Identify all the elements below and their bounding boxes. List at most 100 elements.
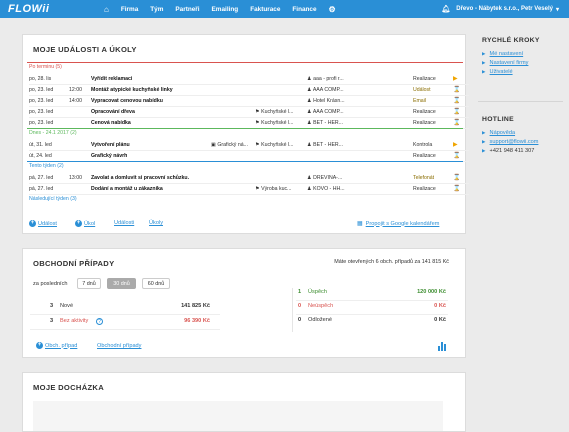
event-partner[interactable]: ♟ KOVO - HH... [307,186,367,192]
event-date: po, 28. lis [29,75,52,82]
home-icon[interactable]: ⌂ [104,5,109,14]
row-separator [29,194,469,195]
flag-small-icon: ⚑ [255,119,260,126]
top-navigation-bar: FLOWii ⌂ Firma Tým Partneři Emailing Fak… [0,0,569,18]
hourglass-icon[interactable]: ⌛ [453,86,460,93]
nav-emailing[interactable]: Emailing [212,6,239,13]
quick-item-company-settings[interactable]: ▶ Nastavení firmy [482,60,540,66]
next-week-group[interactable]: Následující týden (3) [29,196,77,202]
hourglass-icon[interactable]: ⌛ [453,185,460,192]
event-partner[interactable]: ♟ Hotel Krásn... [307,98,367,104]
deals-link[interactable]: Obchodní případy [97,343,141,349]
deal-result-row[interactable]: 0 Neúspěch 0 Kč [296,303,446,313]
nav-tym[interactable]: Tým [150,6,163,13]
event-row[interactable]: po, 28. lis Vyřídit reklamaci ♟ aaa - prof… [29,73,461,84]
event-row[interactable]: pá, 27. led 13:00 Zavolat a domluvit si pr… [29,172,461,183]
nav-firma[interactable]: Firma [121,6,138,13]
event-title[interactable]: Opracování dřeva [91,109,135,115]
event-deal[interactable]: ⚑ Kuchyňské l... [255,120,311,126]
event-partner[interactable]: ♟ AAA COMP... [307,87,367,93]
event-deal[interactable]: ⚑ Výroba kuc... [255,186,311,192]
event-title[interactable]: Vytvoření plánu [91,142,130,148]
group-line [27,62,463,63]
hotline-email[interactable]: ▶ support@flowii.com [482,139,538,145]
deal-result-row[interactable]: 0 Odložené 0 Kč [296,317,446,327]
calendar-icon: ▦ [357,221,363,227]
tasks-link[interactable]: Úkoly [149,220,163,226]
person-icon: ♟ [307,108,312,115]
deal-status-row[interactable]: 3 Nové 141 825 Kč [40,303,210,313]
event-partner[interactable]: ♟ BET - HER... [307,120,367,126]
add-event-button[interactable]: + Událost [29,220,57,227]
event-title[interactable]: Dodání a montáž u zákazníka [91,186,163,192]
add-task-button[interactable]: + Úkol [75,220,95,227]
event-partner[interactable]: ♟ DREVINA-... [307,175,367,181]
period-60-days[interactable]: 60 dnů [142,278,170,289]
hotline-help[interactable]: ▶ Nápověda [482,130,538,136]
quick-item-users[interactable]: ▶ Uživatelé [482,69,540,75]
event-partner[interactable]: ♟ AAA COMP... [307,109,367,115]
nav-fakturace[interactable]: Fakturace [250,6,280,13]
period-30-days[interactable]: 30 dnů [107,278,136,289]
event-row[interactable]: po, 23. led 12:00 Montáž atypické kuchyňsk… [29,84,461,95]
add-task-label: Úkol [84,220,96,227]
attendance-title: MOJE DOCHÁZKA [33,383,104,392]
event-row[interactable]: po, 23. led Cenová nabídka ⚑ Kuchyňské l..… [29,117,461,128]
group-label[interactable]: Dnes - 24.1 2017 (2) [29,130,77,136]
event-title[interactable]: Cenová nabídka [91,120,131,126]
event-title[interactable]: Vypracovat cenovou nabídku [91,98,163,104]
event-row[interactable]: pá, 27. led Dodání a montáž u zákazníka ⚑ … [29,183,461,194]
company-name[interactable]: Dřevo - Nábytek s.r.o., Petr Veselý [456,6,553,12]
nav-finance[interactable]: Finance [292,6,316,13]
hourglass-icon[interactable]: ⌛ [453,108,460,115]
event-deal[interactable]: ⚑ Kuchyňské l... [255,109,311,115]
flag-icon[interactable]: ▶ [453,75,458,82]
event-partner[interactable]: ♟ aaa - profi r... [307,76,367,82]
bell-icon[interactable]: 🔔︎ [441,5,450,13]
hourglass-icon[interactable]: ⌛ [453,152,460,159]
bullet-icon: ▶ [482,51,486,56]
deal-status-row[interactable]: 3 Bez aktivity? 96 390 Kč [40,318,210,328]
event-row[interactable]: út, 24. led Grafický návrh Realizace ⌛ [29,150,461,161]
gear-icon[interactable]: ⚙ [329,5,336,14]
event-row[interactable]: po, 23. led Opracování dřeva ⚑ Kuchyňské l… [29,106,461,117]
event-deal[interactable]: ⚑ Kuchyňské l... [255,142,311,148]
event-time: 12:00 [69,86,82,93]
bullet-icon: ▶ [482,139,486,144]
bar-chart-icon[interactable] [438,342,446,351]
hourglass-icon[interactable]: ⌛ [453,174,460,181]
google-calendar-label: Propojit s Google kalendářem [365,220,440,227]
event-title[interactable]: Montáž atypické kuchyňské linky [91,87,173,93]
add-deal-button[interactable]: + Obch. případ [36,342,77,349]
quick-item-my-settings[interactable]: ▶ Mé nastavení [482,51,540,57]
event-row[interactable]: po, 23. led 14:00 Vypracovat cenovou nabíd… [29,95,461,106]
group-label[interactable]: Po terminu (5) [29,64,62,70]
event-title[interactable]: Grafický návrh [91,153,127,159]
bullet-icon: ▶ [482,69,486,74]
google-calendar-link[interactable]: ▦ Propojit s Google kalendářem [357,220,440,228]
help-icon[interactable]: ? [96,318,103,325]
event-title[interactable]: Zavolat a domluvit si pracovní schůzku. [91,175,189,181]
hotline-panel: HOTLINE ▶ Nápověda ▶ support@flowii.com ▶ +… [482,116,538,154]
deal-label: Úspěch [308,289,327,295]
hotline-help-label: Nápověda [489,130,516,136]
flowii-logo[interactable]: FLOWii [8,3,49,15]
event-date: út, 31. led [29,141,52,148]
company-menu[interactable]: 🔔︎ Dřevo - Nábytek s.r.o., Petr Veselý ▾ [441,0,559,18]
hourglass-icon[interactable]: ⌛ [453,97,460,104]
group-label[interactable]: Tento týden (2) [29,163,64,169]
events-link[interactable]: Události [114,220,134,226]
person-icon: ♟ [307,185,312,192]
hourglass-icon[interactable]: ⌛ [453,119,460,126]
flag-icon[interactable]: ▶ [453,141,458,148]
event-row[interactable]: út, 31. led Vytvoření plánu ▣ Grafický ná.… [29,139,461,150]
bullet-icon: ▶ [482,148,486,153]
deal-result-row[interactable]: 1 Úspěch 120 000 Kč [296,289,446,299]
event-title[interactable]: Vyřídit reklamaci [91,76,132,82]
chevron-down-icon[interactable]: ▾ [556,6,559,13]
nav-partneri[interactable]: Partneři [175,6,199,13]
flag-small-icon: ⚑ [255,141,260,148]
quick-steps-title: RYCHLÉ KROKY [482,37,540,44]
event-partner[interactable]: ♟ BET - HER... [307,142,367,148]
period-7-days[interactable]: 7 dnů [77,278,101,289]
